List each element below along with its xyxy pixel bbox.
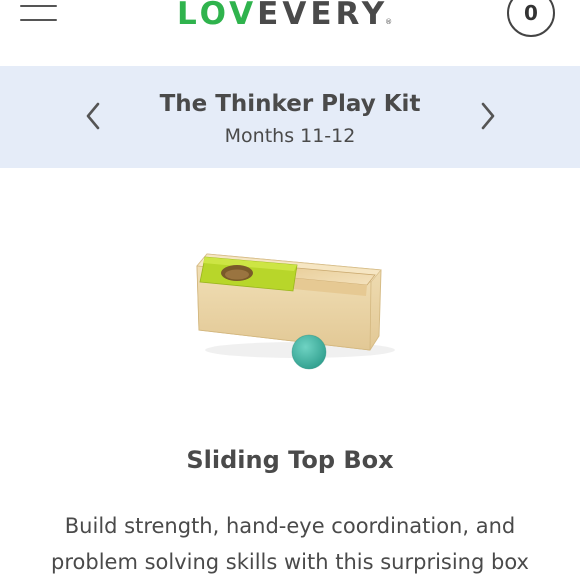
site-header: LOVEVERY® 0 [0,0,580,66]
product-name: Sliding Top Box [186,446,394,474]
chevron-right-icon [481,102,495,130]
menu-button[interactable] [20,0,58,32]
logo-part-lov: LOV [177,0,258,32]
next-kit-button[interactable] [473,98,503,134]
cart-button[interactable]: 0 [507,0,555,37]
kit-banner: The Thinker Play Kit Months 11-12 [0,66,580,168]
product-page: LOVEVERY® 0 The Thinker Play Kit Months … [0,0,580,580]
product-description: Build strength, hand-eye coordination, a… [51,514,529,574]
sliding-top-box-image [196,253,395,370]
logo-part-every: EVERY [257,0,389,32]
logo-registered-mark: ® [385,18,393,26]
cart-count: 0 [524,1,538,25]
brand-logo[interactable]: LOVEVERY® [177,0,392,42]
